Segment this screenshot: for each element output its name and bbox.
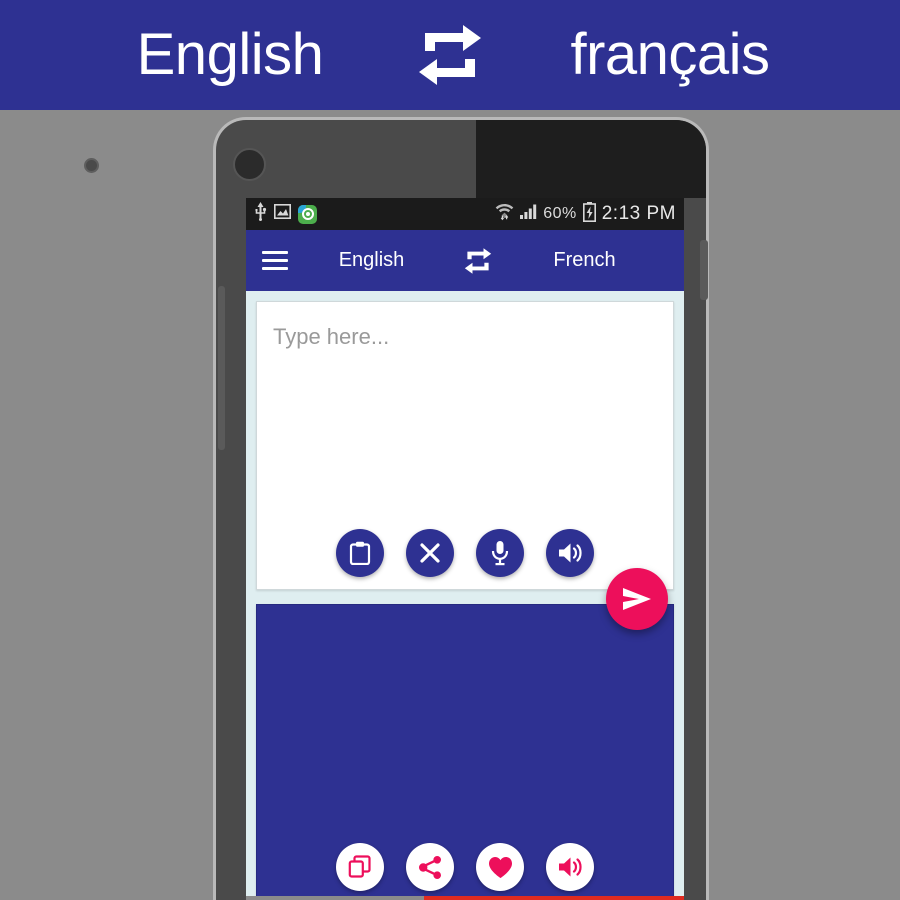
status-bar: 60% 2:13 PM (246, 198, 684, 230)
voice-input-button[interactable] (476, 529, 524, 577)
power-button[interactable] (700, 240, 708, 300)
input-panel[interactable]: Type here... (256, 301, 674, 590)
speak-output-button[interactable] (546, 843, 594, 891)
battery-charging-icon (582, 201, 596, 227)
speak-input-button[interactable] (546, 529, 594, 577)
output-action-row (257, 843, 673, 891)
bottom-edge-strip (246, 896, 684, 900)
clock-label: 2:13 PM (601, 203, 676, 224)
cellular-signal-icon (520, 204, 537, 224)
send-button[interactable] (606, 568, 668, 630)
clear-button[interactable] (406, 529, 454, 577)
screenshot-icon (274, 204, 291, 224)
share-button[interactable] (406, 843, 454, 891)
banner-source-language: English (136, 22, 324, 87)
input-placeholder: Type here... (273, 324, 390, 349)
hamburger-menu-icon[interactable] (262, 251, 288, 270)
app-toolbar: English French (246, 230, 684, 293)
phone-screen: 60% 2:13 PM English French Type here... (246, 198, 684, 900)
favorite-button[interactable] (476, 843, 524, 891)
recorder-app-icon (298, 204, 317, 224)
toolbar-swap-icon[interactable] (455, 247, 501, 274)
paste-button[interactable] (336, 529, 384, 577)
phone-top-dark-panel (476, 120, 706, 198)
app-content: Type here... (246, 293, 684, 900)
banner-target-language: français (570, 22, 770, 87)
input-action-row (257, 529, 673, 577)
toolbar-target-language[interactable]: French (501, 249, 668, 272)
banner-swap-icon (395, 25, 505, 85)
copy-button[interactable] (336, 843, 384, 891)
volume-rocker-button[interactable] (218, 286, 225, 450)
toolbar-source-language[interactable]: English (288, 249, 455, 272)
promo-banner: English français (0, 0, 900, 110)
wifi-icon (495, 202, 514, 226)
battery-percent-label: 60% (543, 205, 577, 222)
usb-icon (254, 202, 267, 226)
output-panel[interactable] (256, 604, 674, 900)
proximity-sensor-icon (84, 158, 99, 173)
front-camera-icon (233, 148, 266, 181)
